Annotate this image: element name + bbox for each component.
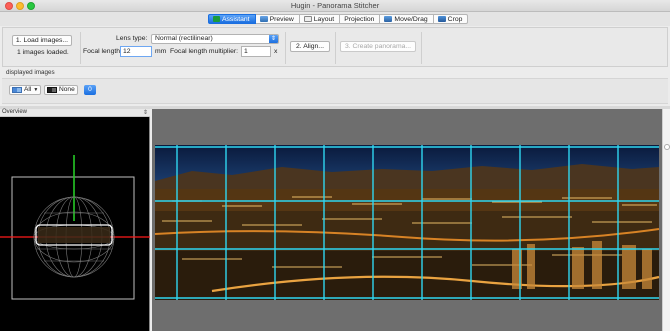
tab-preview[interactable]: Preview xyxy=(255,14,300,24)
tab-projection[interactable]: Projection xyxy=(340,14,381,24)
separator xyxy=(285,32,286,64)
assistant-panel: 1. Load images... 1 images loaded. Lens … xyxy=(2,27,668,67)
tab-bar: Assistant Preview Layout Projection Move… xyxy=(208,14,469,24)
overview-header: Overview ⇕ xyxy=(0,109,150,117)
overview-panel[interactable] xyxy=(0,117,150,331)
preview-scrollbar[interactable] xyxy=(662,109,670,331)
chevron-updown-icon: ⇕ xyxy=(269,35,278,43)
window-titlebar: Hugin - Panorama Stitcher xyxy=(0,0,670,12)
scroll-knob[interactable] xyxy=(664,144,670,150)
separator xyxy=(335,32,336,64)
align-button[interactable]: 2. Align... xyxy=(290,41,330,52)
move-drag-icon xyxy=(384,16,393,22)
focal-length-label: Focal length: xyxy=(83,48,122,55)
images-loaded-status: 1 images loaded. xyxy=(17,49,69,56)
show-all-button[interactable]: All ▼ xyxy=(9,85,42,95)
overview-scroll-icon: ⇕ xyxy=(142,110,148,116)
panorama-preview[interactable] xyxy=(152,109,662,331)
separator xyxy=(80,32,81,64)
multiplier-input[interactable]: 1 xyxy=(241,46,271,57)
crop-icon xyxy=(437,16,446,22)
images-all-icon xyxy=(12,87,22,93)
tab-move-drag[interactable]: Move/Drag xyxy=(380,14,434,24)
images-none-icon xyxy=(47,87,57,93)
focal-length-unit: mm xyxy=(155,48,167,55)
image-toggle-0[interactable]: 0 xyxy=(84,85,96,95)
panorama-canvas xyxy=(154,145,660,300)
lens-type-select[interactable]: Normal (rectilinear) ⇕ xyxy=(151,34,279,44)
assistant-icon xyxy=(213,16,220,22)
layout-icon xyxy=(303,16,312,22)
displayed-images-label: displayed images xyxy=(6,69,55,76)
tab-label: Crop xyxy=(447,15,463,23)
separator xyxy=(421,32,422,64)
preview-icon xyxy=(259,16,268,22)
tab-label: Preview xyxy=(269,15,294,23)
lens-type-value: Normal (rectilinear) xyxy=(155,35,213,42)
tab-assistant[interactable]: Assistant xyxy=(208,14,256,24)
tab-label: Layout xyxy=(313,15,335,23)
load-images-button[interactable]: 1. Load images... xyxy=(12,35,72,46)
tab-label: Assistant xyxy=(222,15,250,23)
projected-image-patch xyxy=(38,227,110,243)
lens-type-label: Lens type: xyxy=(116,35,148,42)
highrise-towers xyxy=(512,241,652,289)
displayed-images-bar: All ▼ None 0 xyxy=(2,78,668,104)
main-toolbar: Assistant Preview Layout Projection Move… xyxy=(0,12,670,26)
overview-label: Overview xyxy=(2,109,28,115)
multiplier-label: Focal length multiplier: xyxy=(170,48,238,55)
show-all-label: All xyxy=(24,86,32,93)
tab-layout[interactable]: Layout xyxy=(299,14,341,24)
tab-crop[interactable]: Crop xyxy=(433,14,469,24)
multiplier-suffix: x xyxy=(274,48,278,55)
tab-label: Projection xyxy=(344,15,375,23)
tab-label: Move/Drag xyxy=(394,15,428,23)
dropdown-arrow-icon: ▼ xyxy=(33,87,39,93)
show-none-button[interactable]: None xyxy=(44,85,78,95)
create-panorama-button[interactable]: 3. Create panorama... xyxy=(340,41,416,52)
overview-canvas xyxy=(0,155,150,300)
focal-length-input[interactable]: 12 xyxy=(120,46,152,57)
show-none-label: None xyxy=(59,86,75,93)
window-title: Hugin - Panorama Stitcher xyxy=(290,1,380,10)
